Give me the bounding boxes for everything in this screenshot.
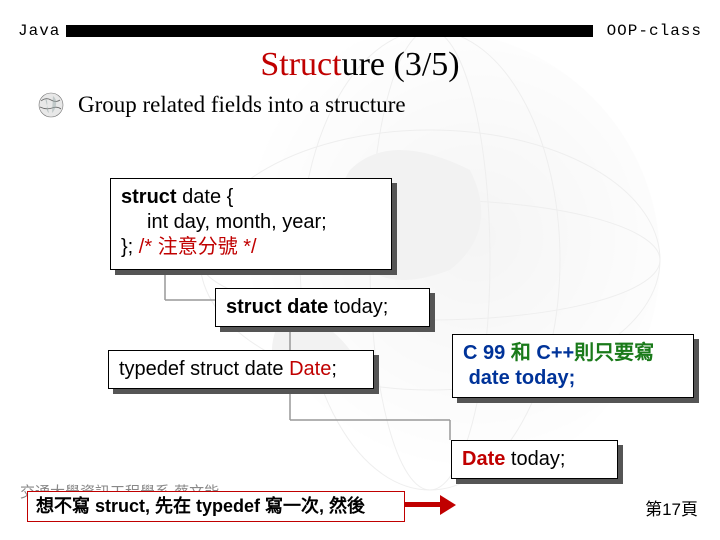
- footer-page-number: 第17頁: [645, 495, 698, 520]
- bullet-text: Group related fields into a structure: [78, 92, 406, 118]
- note-box-typedef-hint: 想不寫 struct, 先在 typedef 寫一次, 然後: [27, 491, 405, 522]
- bullet-item: Group related fields into a structure: [38, 92, 682, 118]
- note-box-c99-cpp: C 99 和 C++則只要寫 date today;: [452, 334, 694, 398]
- header-divider-bar: [66, 25, 592, 37]
- header-right-label: OOP-class: [607, 22, 702, 40]
- code-box-struct-decl: struct date { int day, month, year; }; /…: [110, 178, 392, 270]
- slide-title: Structure (3/5): [0, 46, 720, 84]
- globe-bullet-icon: [38, 92, 64, 118]
- code-box-typedef: typedef struct date Date;: [108, 350, 374, 389]
- code-box-date-today: Date today;: [451, 440, 618, 479]
- code-box-struct-var: struct date today;: [215, 288, 430, 327]
- red-arrow-head-icon: [440, 495, 456, 515]
- slide-header: Java OOP-class Structure (3/5): [0, 0, 720, 84]
- header-left-label: Java: [18, 22, 60, 40]
